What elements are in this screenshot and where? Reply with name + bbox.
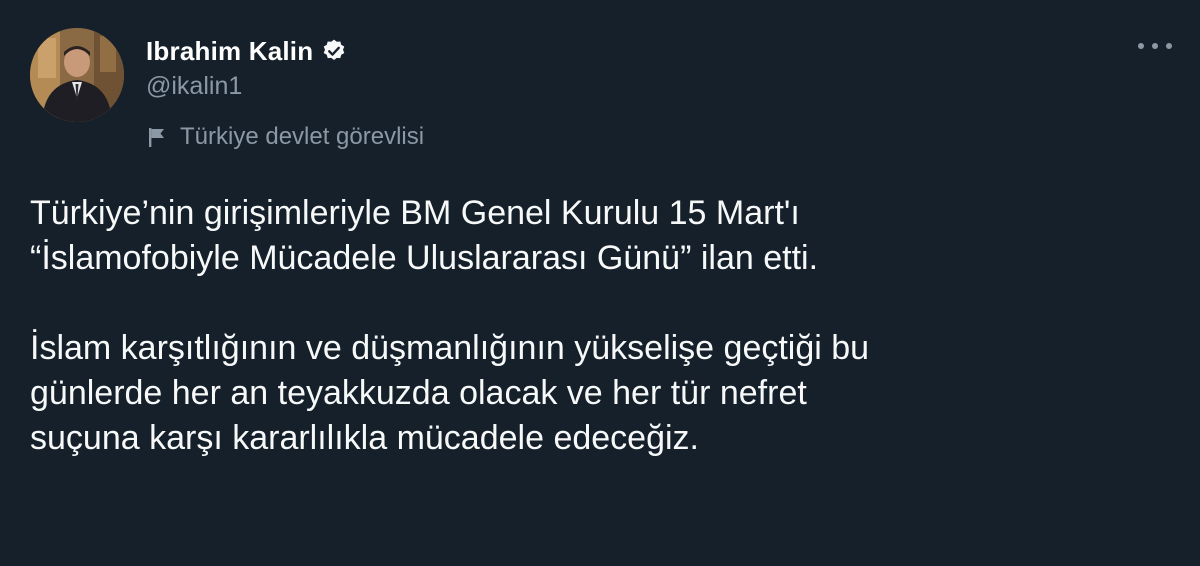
tweet-line: suçuna karşı kararlılıkla mücadele edece… (30, 419, 699, 457)
more-dot (1152, 43, 1158, 49)
affiliation-text: Türkiye devlet görevlisi (180, 123, 425, 150)
name-row: Ibrahim Kalin (146, 34, 424, 68)
tweet-paragraph: İslam karşıtlığının ve düşmanlığının yük… (30, 326, 1168, 461)
tweet-header: Ibrahim Kalin @ikalin1 Türkiye devlet gö (30, 28, 1168, 151)
tweet-line: İslam karşıtlığının ve düşmanlığının yük… (30, 329, 870, 367)
tweet-line: günlerde her an teyakkuzda olacak ve her… (30, 374, 807, 412)
tweet-card: Ibrahim Kalin @ikalin1 Türkiye devlet gö (0, 0, 1200, 566)
author-name[interactable]: Ibrahim Kalin (146, 36, 313, 67)
author-handle[interactable]: @ikalin1 (146, 72, 424, 101)
more-dot (1166, 43, 1172, 49)
tweet-line: “İslamofobiyle Mücadele Uluslararası Gün… (30, 239, 819, 277)
affiliation-label: Türkiye devlet görevlisi (146, 123, 424, 151)
avatar[interactable] (30, 28, 124, 122)
tweet-line: Türkiye’nin girişimleriyle BM Genel Kuru… (30, 194, 800, 232)
tweet-paragraph: Türkiye’nin girişimleriyle BM Genel Kuru… (30, 191, 1168, 281)
author-identity: Ibrahim Kalin @ikalin1 Türkiye devlet gö (146, 28, 424, 151)
tweet-text: Türkiye’nin girişimleriyle BM Genel Kuru… (30, 191, 1168, 461)
more-dot (1138, 43, 1144, 49)
verified-badge-icon (321, 38, 347, 64)
more-options-icon[interactable] (1138, 36, 1172, 56)
flag-icon (146, 125, 168, 149)
